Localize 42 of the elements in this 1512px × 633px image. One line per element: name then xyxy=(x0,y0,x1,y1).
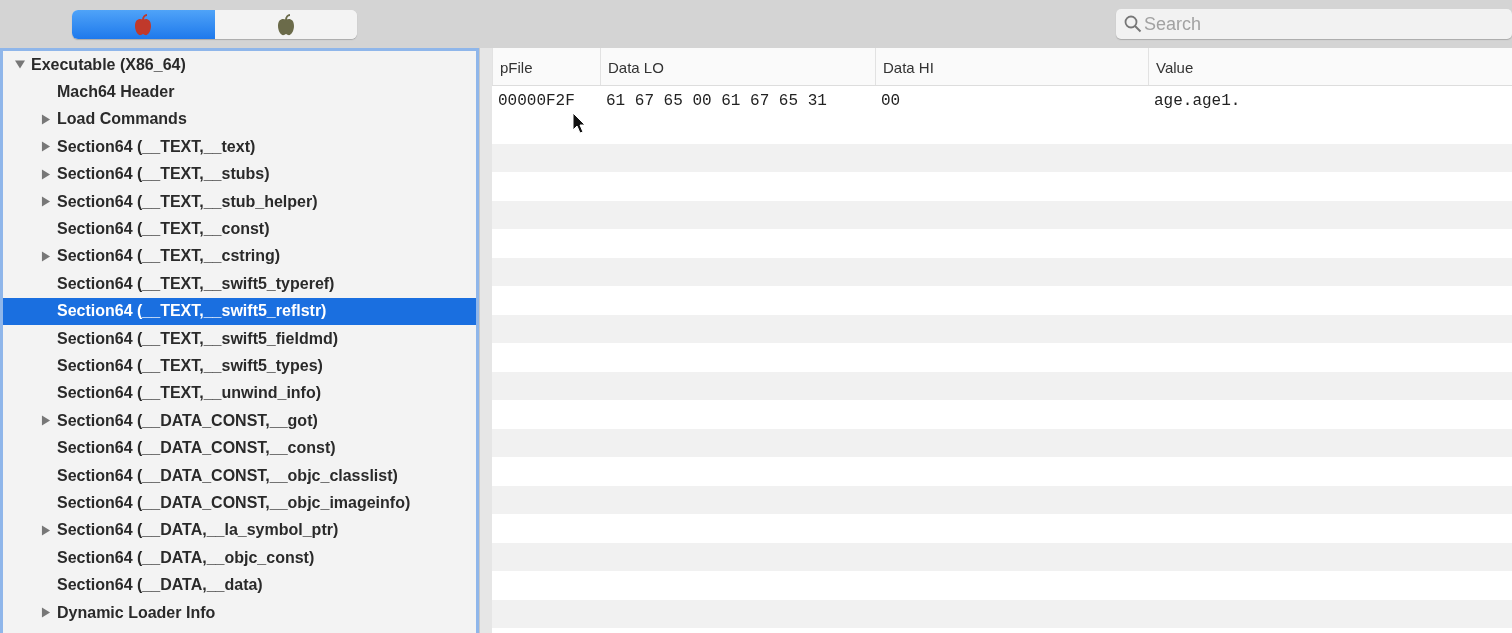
collapsed-triangle-icon[interactable] xyxy=(41,141,51,153)
tree-item[interactable]: Section64 (__DATA,__data) xyxy=(3,571,476,599)
tree-item[interactable]: Section64 (__TEXT,__swift5_fieldmd) xyxy=(3,324,476,353)
collapsed-triangle-icon[interactable] xyxy=(41,415,51,427)
tree-item[interactable]: Section64 (__TEXT,__stub_helper) xyxy=(3,187,476,216)
tree-item[interactable]: Section64 (__TEXT,__swift5_reflstr) xyxy=(3,297,476,325)
segment-tab[interactable] xyxy=(214,10,357,39)
tree-item[interactable]: Section64 (__TEXT,__const) xyxy=(3,215,476,243)
tree-item[interactable]: Section64 (__TEXT,__cstring) xyxy=(3,242,476,271)
table-cell-text: 00 xyxy=(880,91,901,110)
table-cell-text: 61 67 65 00 61 67 65 31 xyxy=(605,91,827,110)
tree-item[interactable]: Section64 (__DATA,__la_symbol_ptr) xyxy=(3,516,476,545)
column-header[interactable]: Value xyxy=(1148,48,1512,85)
expanded-triangle-icon[interactable] xyxy=(15,59,25,71)
collapsed-triangle-icon[interactable] xyxy=(41,168,51,180)
table-cell-text: age.age1. xyxy=(1153,91,1241,110)
collapsed-triangle-icon[interactable] xyxy=(41,250,51,262)
tree-item[interactable]: Section64 (__TEXT,__swift5_typeref) xyxy=(3,270,476,298)
collapsed-triangle-icon[interactable] xyxy=(41,607,51,618)
tree-item[interactable]: Section64 (__DATA_CONST,__objc_imageinfo) xyxy=(3,489,476,517)
tree-item[interactable]: Section64 (__DATA_CONST,__const) xyxy=(3,434,476,462)
search-field[interactable]: Search xyxy=(1116,9,1512,39)
tree-item[interactable]: Section64 (__DATA_CONST,__got) xyxy=(3,407,476,435)
tree-item[interactable]: Section64 (__TEXT,__text) xyxy=(3,133,476,161)
tree-item[interactable]: Executable (X86_64) xyxy=(3,51,476,79)
tree-item[interactable]: Load Commands xyxy=(3,105,476,134)
collapsed-triangle-icon[interactable] xyxy=(41,524,51,536)
segment-tab[interactable] xyxy=(72,10,215,39)
tree-item[interactable]: Section64 (__TEXT,__swift5_types) xyxy=(3,352,476,380)
table-cell-text: 00000F2F xyxy=(497,91,575,110)
collapsed-triangle-icon[interactable] xyxy=(41,196,51,208)
tree-item[interactable]: Section64 (__TEXT,__unwind_info) xyxy=(3,379,476,408)
tree-item[interactable]: Section64 (__TEXT,__stubs) xyxy=(3,160,476,188)
column-header[interactable]: pFile xyxy=(492,48,600,85)
tree-item[interactable]: Mach64 Header xyxy=(3,78,476,106)
column-header[interactable]: Data HI xyxy=(875,48,1148,85)
tree-item[interactable]: Section64 (__DATA,__objc_const) xyxy=(3,544,476,572)
mouse-pointer-icon xyxy=(572,111,586,134)
tree-item[interactable]: Dynamic Loader Info xyxy=(3,598,476,627)
column-header[interactable]: Data LO xyxy=(600,48,875,85)
collapsed-triangle-icon[interactable] xyxy=(41,113,51,125)
tree-item[interactable]: Section64 (__DATA_CONST,__objc_classlist) xyxy=(3,461,476,490)
